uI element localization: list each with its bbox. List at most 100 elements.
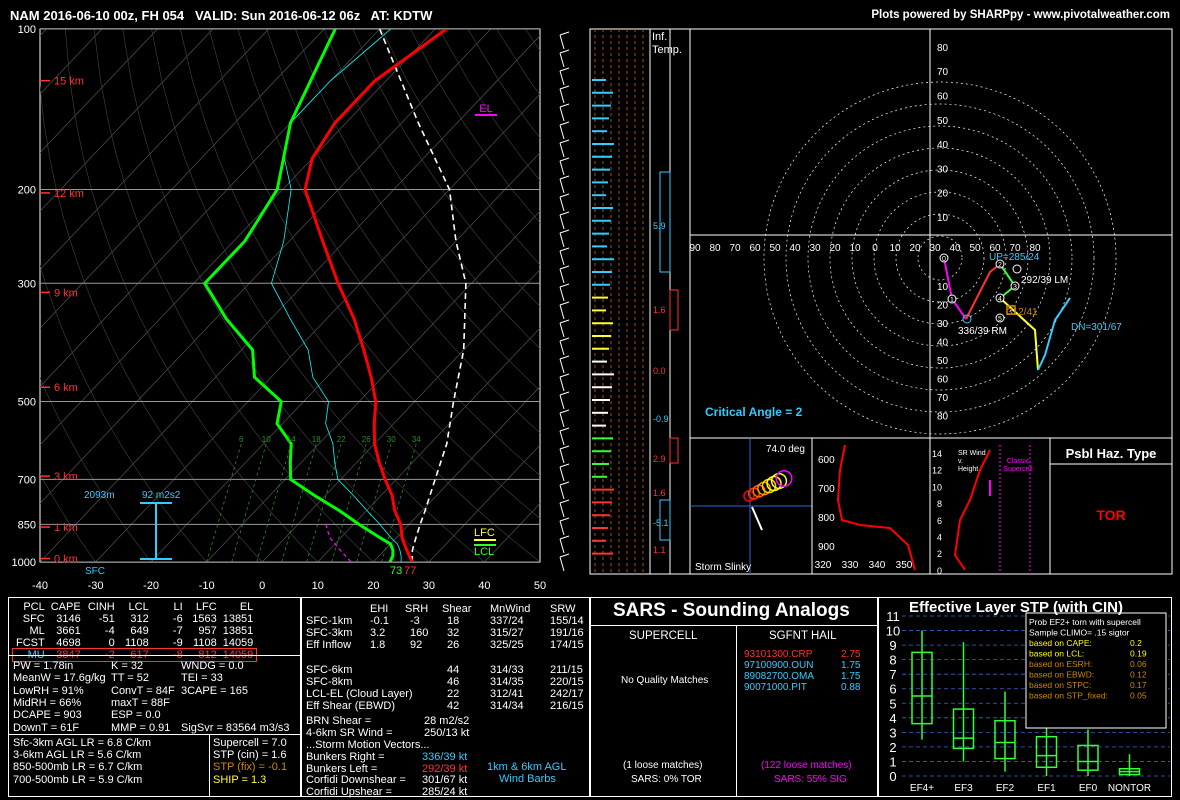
wind-barb-flag	[559, 265, 570, 270]
wind-barb-flag	[559, 535, 570, 540]
srwind-ytick: 0	[937, 566, 942, 576]
hodo-ring-label-upper: 30	[937, 164, 949, 175]
kin-cell: 26	[447, 639, 460, 652]
parcel-cell: FCST	[16, 637, 45, 649]
inf-temp-tick: 0.0	[653, 366, 666, 376]
sars-title: SARS - Sounding Analogs	[613, 600, 850, 621]
sars-sig: SARS: 55% SIG	[774, 774, 847, 785]
mixing-ratio-label: 14	[287, 435, 296, 444]
kin-row-label: SFC-3km	[306, 627, 353, 640]
composite-index-line: Supercell = 7.0	[213, 737, 287, 749]
temperature-trace	[303, 29, 448, 562]
kin-cell: 242/17	[550, 688, 584, 701]
parcel-cell: 1563	[192, 613, 217, 625]
table-row: FCST 4698 0 1108 -9 1108 14059	[13, 637, 256, 649]
thermo-panel: PCL CAPE CINH LCL LI LFC EL SFC 3146 -51 312 -6 156…	[8, 597, 301, 797]
loose-matches-supercell: (1 loose matches)	[623, 760, 703, 771]
wind-barb-flag	[559, 283, 570, 288]
thetae-trace	[836, 444, 916, 571]
wind-barb-flag	[559, 319, 570, 324]
srwind-title: SR Wind	[958, 450, 986, 457]
wind-barb-flag	[559, 121, 570, 126]
slinky-title: 74.0 deg	[766, 444, 805, 455]
dry-adiabat	[93, 29, 374, 562]
kin-row-label: Eff Shear (EBWD)	[306, 700, 396, 713]
thetae-tlev: 320	[815, 560, 832, 571]
height-label: 0 km	[54, 554, 78, 566]
hodo-ring-label-upper: 20	[937, 189, 949, 200]
hodo-ring-label-lower: 40	[937, 338, 949, 349]
wind-barb-caption: Wind Barbs	[499, 773, 556, 785]
mixing-ratio-label: 6	[239, 435, 244, 444]
thermo-line: DCAPE = 903	[13, 709, 82, 722]
storm-motion-value: 301/67 kt	[422, 774, 468, 786]
mixing-ratio-line	[256, 443, 292, 562]
temp-tick-label: -20	[143, 580, 159, 592]
thermo-line: TT = 52	[111, 672, 150, 685]
parcel-cell: 3661	[56, 625, 81, 637]
wind-barb	[559, 196, 565, 212]
wind-barb-flag	[559, 373, 570, 378]
kin-cell: 155/14	[550, 615, 584, 627]
kin-cell: 174/15	[550, 639, 584, 652]
kin-row-label: Eff Inflow	[306, 639, 352, 652]
thermo-line: MeanW = 17.6g/kg	[13, 672, 106, 685]
lapse-rate-line: 700-500mb LR = 5.9 C/km	[13, 773, 143, 786]
inf-temp-tick: 1.6	[653, 488, 666, 498]
temp-tick-label: -10	[199, 580, 215, 592]
thetae-plev: 800	[818, 513, 835, 524]
hazard-value: TOR	[1096, 507, 1125, 523]
srwind-ytick: 8	[937, 499, 942, 509]
wind-barb	[559, 322, 565, 338]
kin-col-header: SRH	[405, 603, 429, 615]
mixing-ratio-label: 22	[337, 435, 346, 444]
hodo-ring-label-lower: 30	[937, 319, 949, 330]
kin-cell: 216/15	[550, 700, 584, 713]
wind-barb	[559, 484, 565, 500]
dry-adiabat	[554, 29, 1180, 562]
parcel-col-header: LCL	[128, 601, 149, 613]
height-label: 1 km	[54, 522, 78, 534]
storm-motion-value: 285/24 kt	[422, 785, 468, 798]
dry-adiabat	[410, 29, 540, 224]
thetae-plev: 600	[818, 455, 835, 466]
thermo-line: LowRH = 91%	[13, 684, 84, 697]
wind-barb	[559, 142, 565, 158]
hodo-ring-label-lower: 10	[937, 282, 949, 293]
downdraft-trace	[325, 524, 352, 562]
isotherm	[428, 444, 540, 562]
hodo-up-label: UP=285/24	[989, 252, 1040, 263]
mixing-ratio-line	[231, 443, 267, 562]
storm-motion-label: Bunkers Right =	[306, 751, 385, 763]
sars-tor: SARS: 0% TOR	[631, 774, 702, 785]
wind-barb	[559, 394, 565, 410]
kin-cell: 220/15	[550, 676, 584, 688]
wind-barb	[559, 106, 565, 122]
kin-cell: 314/34	[490, 700, 524, 713]
parcel-cell: 1108	[125, 637, 149, 649]
isotherm	[40, 29, 325, 329]
wind-barb-flag	[559, 247, 570, 252]
hazard-title: Psbl Haz. Type	[1066, 446, 1157, 461]
wind-barb	[559, 124, 565, 140]
kin-cell: 191/16	[550, 627, 584, 640]
kin-cell: 211/15	[550, 663, 583, 676]
thermo-line: MidRH = 66%	[13, 696, 82, 709]
mixing-ratio-label: 18	[312, 435, 321, 444]
thetae-plev: 900	[818, 542, 835, 553]
hodo-axis-label: 40	[789, 243, 801, 254]
loose-matches-hail: (122 loose matches)	[761, 760, 852, 771]
sfc-dew-label: 77	[404, 565, 416, 577]
hodo-ring-label-upper: 50	[937, 116, 949, 127]
inf-temp-tick: 2.9	[653, 454, 666, 464]
classic-label: Classic	[1007, 458, 1030, 465]
dry-adiabat	[122, 29, 430, 562]
storm-motion-value: 292/39 kt	[422, 762, 468, 775]
inf-temp-bar	[669, 437, 679, 464]
height-label: 3 km	[54, 471, 78, 483]
height-label: 12 km	[54, 188, 84, 200]
sr46-value: 250/13 kt	[424, 727, 470, 739]
hodo-eff-label: 312/41	[1007, 307, 1038, 318]
wind-barb-flag	[559, 463, 570, 468]
divider	[9, 655, 300, 656]
